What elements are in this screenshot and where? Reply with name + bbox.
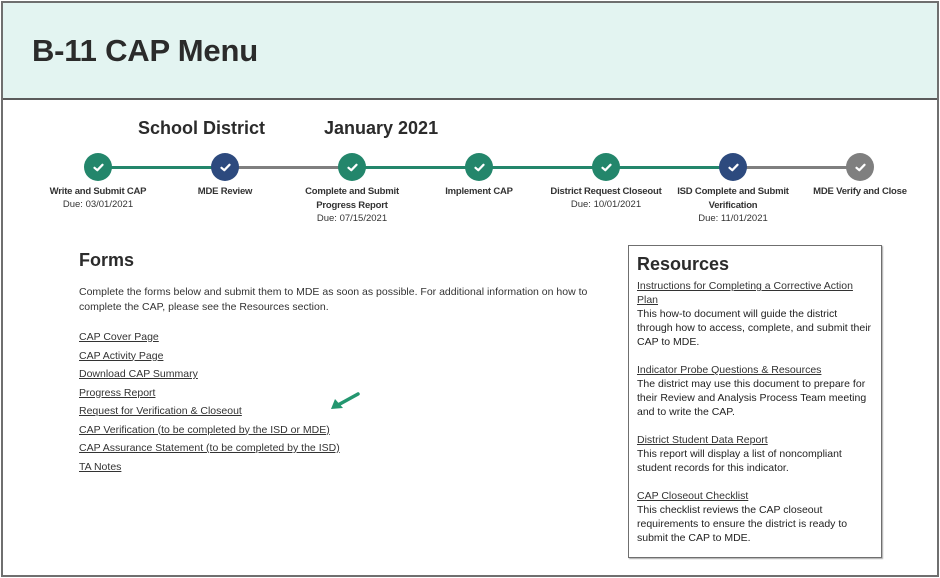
- page-title: B-11 CAP Menu: [32, 33, 258, 68]
- resource-link-instructions[interactable]: Instructions for Completing a Corrective…: [637, 279, 873, 307]
- form-link-request-verification-closeout[interactable]: Request for Verification & Closeout: [79, 405, 242, 417]
- form-link-ta-notes[interactable]: TA Notes: [79, 461, 121, 473]
- form-link-download-cap-summary[interactable]: Download CAP Summary: [79, 368, 198, 380]
- page-frame: B-11 CAP Menu School District January 20…: [1, 1, 939, 577]
- step-due-date: Due: 07/15/2021: [316, 213, 388, 224]
- resource-link-indicator-probe[interactable]: Indicator Probe Questions & Resources: [637, 363, 873, 377]
- progress-timeline: Write and Submit CAP Due: 03/01/2021 MDE R…: [3, 153, 940, 233]
- resource-item: Instructions for Completing a Corrective…: [637, 279, 873, 349]
- step-due-date: Due: 03/01/2021: [62, 199, 134, 210]
- step-status-dot: [846, 153, 874, 181]
- checkmark-icon: [219, 163, 231, 171]
- timeline-step: MDE Verify and Close: [770, 153, 940, 199]
- resource-description: The district may use this document to pr…: [637, 378, 867, 418]
- checkmark-icon: [473, 163, 485, 171]
- pointer-arrow-icon: [331, 392, 360, 409]
- form-link-cap-cover-page[interactable]: CAP Cover Page: [79, 331, 159, 343]
- resources-panel: Resources Instructions for Completing a …: [628, 245, 882, 558]
- step-status-dot: [592, 153, 620, 181]
- resource-description: This checklist reviews the CAP closeout …: [637, 504, 848, 544]
- period-date: January 2021: [324, 118, 439, 138]
- page-header: B-11 CAP Menu: [3, 3, 937, 100]
- checkmark-icon: [854, 163, 866, 171]
- step-status-dot: [211, 153, 239, 181]
- resources-heading: Resources: [637, 254, 730, 274]
- resource-link-closeout-checklist[interactable]: CAP Closeout Checklist: [637, 489, 873, 503]
- form-link-progress-report[interactable]: Progress Report: [79, 387, 155, 399]
- resource-description: This how-to document will guide the dist…: [637, 308, 872, 348]
- resource-item: Indicator Probe Questions & Resources Th…: [637, 363, 873, 419]
- forms-heading: Forms: [79, 250, 135, 270]
- checkmark-icon: [600, 163, 612, 171]
- resource-description: This report will display a list of nonco…: [637, 448, 842, 474]
- district-name: School District: [138, 118, 266, 138]
- step-status-dot: [465, 153, 493, 181]
- step-status-dot: [84, 153, 112, 181]
- step-label: MDE Verify and Close: [813, 186, 907, 197]
- checkmark-icon: [92, 163, 104, 171]
- form-link-cap-assurance-statement[interactable]: CAP Assurance Statement (to be completed…: [79, 442, 340, 454]
- step-due-date: Due: 11/01/2021: [698, 213, 768, 224]
- forms-section: Forms Complete the forms below and submi…: [79, 250, 599, 475]
- step-status-dot: [338, 153, 366, 181]
- form-link-cap-activity-page[interactable]: CAP Activity Page: [79, 350, 163, 362]
- form-link-cap-verification[interactable]: CAP Verification (to be completed by the…: [79, 424, 330, 436]
- forms-intro: Complete the forms below and submit them…: [79, 286, 588, 313]
- resource-item: CAP Closeout Checklist This checklist re…: [637, 489, 873, 545]
- step-status-dot: [719, 153, 747, 181]
- checkmark-icon: [727, 163, 739, 171]
- resource-link-student-data-report[interactable]: District Student Data Report: [637, 433, 873, 447]
- checkmark-icon: [346, 163, 358, 171]
- resource-item: District Student Data Report This report…: [637, 433, 873, 475]
